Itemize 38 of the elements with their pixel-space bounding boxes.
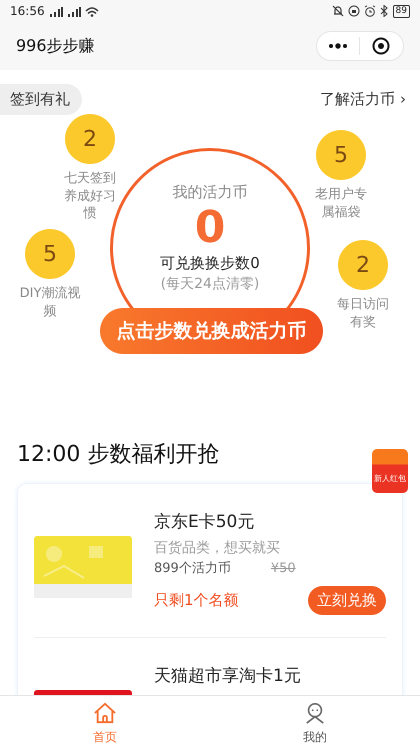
original-price: ¥50 (270, 560, 296, 578)
signal-icon (66, 6, 81, 16)
coin-badge[interactable]: 5 (25, 229, 75, 279)
exchange-button[interactable]: 点击步数兑换成活力币 (100, 308, 323, 354)
product-title: 天猫超市享淘卡1元 (154, 664, 302, 688)
signal-icon (48, 6, 63, 16)
bluetooth-icon (380, 5, 389, 17)
coin-badge[interactable]: 2 (338, 240, 388, 290)
battery-level: 89 (392, 4, 410, 18)
coin-badge[interactable]: 2 (65, 114, 115, 164)
more-icon (328, 43, 348, 49)
status-time: 16:56 (10, 3, 45, 20)
wifi-icon (84, 6, 99, 16)
new-user-gift-button[interactable]: 新人红包 (372, 449, 408, 493)
redeem-button[interactable]: 立刻兑换 (308, 586, 386, 614)
tab[interactable]: 我的 (210, 696, 420, 747)
product-title: 京东E卡50元 (154, 511, 256, 534)
task-label: 每日访问有奖 (336, 296, 390, 332)
bell-icon (332, 5, 344, 17)
home-icon (92, 702, 118, 724)
steps-text: 可兑换换步数0 (159, 252, 261, 274)
checkin-button[interactable]: 签到有礼 (0, 84, 82, 114)
price-text: 899个活力币 (154, 560, 231, 578)
learn-link[interactable]: 了解活力币 › (320, 88, 406, 110)
target-icon (372, 37, 390, 55)
task-label: DIY潮流视频 (19, 285, 81, 320)
coin-badge[interactable]: 5 (316, 130, 366, 180)
coin-label: 我的活力币 (172, 182, 248, 203)
reset-note: (每天24点清零) (160, 275, 260, 294)
product-description: 百货品类，想买就买 (154, 538, 281, 558)
tab[interactable]: 首页 (0, 696, 210, 747)
task-label: 老用户专属福袋 (314, 186, 368, 222)
stock-text: 只剩1个名额 (154, 590, 239, 611)
coin-amount: 0 (194, 204, 226, 252)
page-title: 996步步赚 (16, 35, 95, 57)
alarm-icon (364, 5, 376, 17)
section-title: 12:00 步数福利开抢 (17, 441, 220, 469)
task-label: 七天签到养成好习惯 (63, 170, 117, 223)
